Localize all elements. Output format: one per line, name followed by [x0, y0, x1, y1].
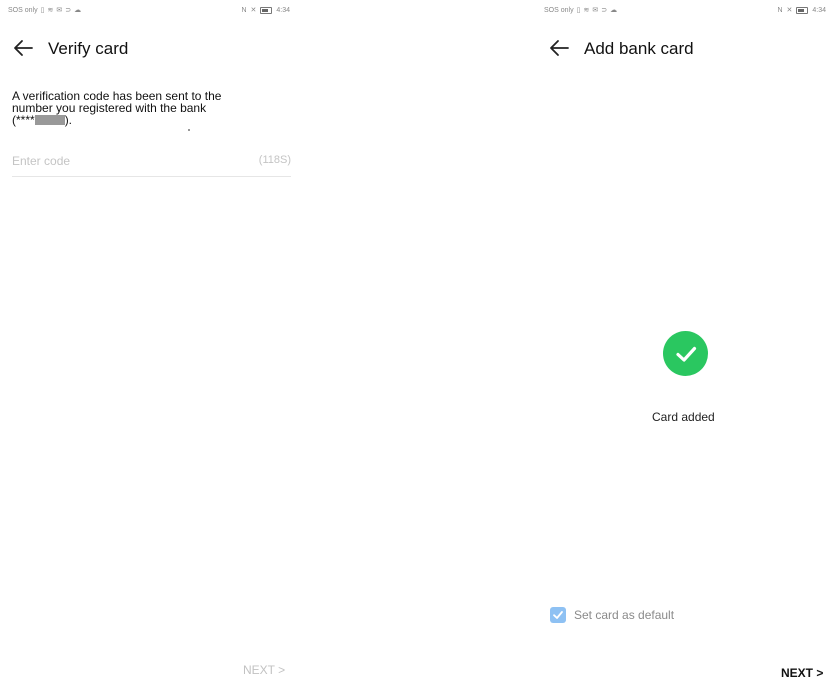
- message-line-3: (****).: [12, 114, 272, 126]
- next-label: NEXT: [781, 666, 814, 680]
- add-bank-card-screen: SOS only ▯ ≋ ✉ ⊃ ☁ N ✕ 4:34 Add bank car…: [536, 0, 826, 680]
- sim-icon: ▯: [40, 7, 45, 14]
- code-input[interactable]: [12, 150, 212, 172]
- next-button[interactable]: NEXT >: [243, 663, 285, 677]
- nfc-icon: N: [241, 7, 247, 14]
- status-left: SOS only ▯ ≋ ✉ ⊃ ☁: [544, 7, 617, 14]
- mute-icon: ✕: [786, 7, 793, 14]
- page-title: Add bank card: [584, 39, 694, 58]
- success-message: Card added: [652, 410, 715, 424]
- status-left: SOS only ▯ ≋ ✉ ⊃ ☁: [8, 7, 81, 14]
- status-bar: SOS only ▯ ≋ ✉ ⊃ ☁ N ✕ 4:34: [0, 0, 300, 22]
- back-button[interactable]: [12, 36, 34, 60]
- redacted-number: [34, 115, 65, 125]
- checkmark-icon: [675, 346, 696, 362]
- arrow-left-icon: [14, 40, 33, 56]
- chevron-right-icon: >: [278, 663, 286, 677]
- mask-prefix: (****: [12, 113, 35, 127]
- code-row: (118S): [12, 150, 291, 177]
- verification-message: A verification code has been sent to the…: [12, 90, 272, 126]
- wifi-icon: ≋: [47, 7, 54, 14]
- checkmark-icon: [553, 611, 563, 619]
- nfc-icon: N: [777, 7, 783, 14]
- app-bar: Add bank card: [536, 36, 826, 62]
- set-default-label: Set card as default: [574, 608, 675, 622]
- status-right: N ✕ 4:34: [241, 7, 290, 14]
- resend-timer: (118S): [258, 154, 291, 166]
- status-bar: SOS only ▯ ≋ ✉ ⊃ ☁ N ✕ 4:34: [536, 0, 826, 22]
- set-default-toggle[interactable]: Set card as default: [550, 606, 674, 624]
- cast-icon: ⊃: [601, 7, 608, 14]
- cloud-icon: ☁: [610, 7, 618, 14]
- mask-suffix: ).: [64, 113, 73, 127]
- check-circle-icon: [663, 331, 708, 376]
- next-button[interactable]: NEXT >: [781, 666, 823, 680]
- mail-icon: ✉: [592, 7, 599, 14]
- arrow-left-icon: [550, 40, 569, 56]
- status-time: 4:34: [276, 7, 290, 14]
- battery-icon: [796, 7, 809, 14]
- cast-icon: ⊃: [65, 7, 72, 14]
- battery-icon: [260, 7, 273, 14]
- wifi-icon: ≋: [583, 7, 590, 14]
- checkbox[interactable]: [550, 607, 566, 623]
- back-button[interactable]: [548, 36, 570, 60]
- chevron-right-icon: >: [816, 666, 824, 680]
- app-bar: Verify card: [0, 36, 300, 62]
- status-time: 4:34: [812, 7, 826, 14]
- status-right: N ✕ 4:34: [777, 7, 826, 14]
- verify-card-screen: SOS only ▯ ≋ ✉ ⊃ ☁ N ✕ 4:34 Verify card …: [0, 0, 300, 680]
- message-line-2: number you registered with the bank: [12, 101, 207, 115]
- stray-dot: [188, 129, 190, 131]
- carrier-text: SOS only: [544, 7, 574, 14]
- sim-icon: ▯: [576, 7, 581, 14]
- next-label: NEXT: [243, 663, 275, 677]
- carrier-text: SOS only: [8, 7, 38, 14]
- cloud-icon: ☁: [74, 7, 82, 14]
- mail-icon: ✉: [56, 7, 63, 14]
- mute-icon: ✕: [250, 7, 257, 14]
- page-title: Verify card: [48, 39, 129, 58]
